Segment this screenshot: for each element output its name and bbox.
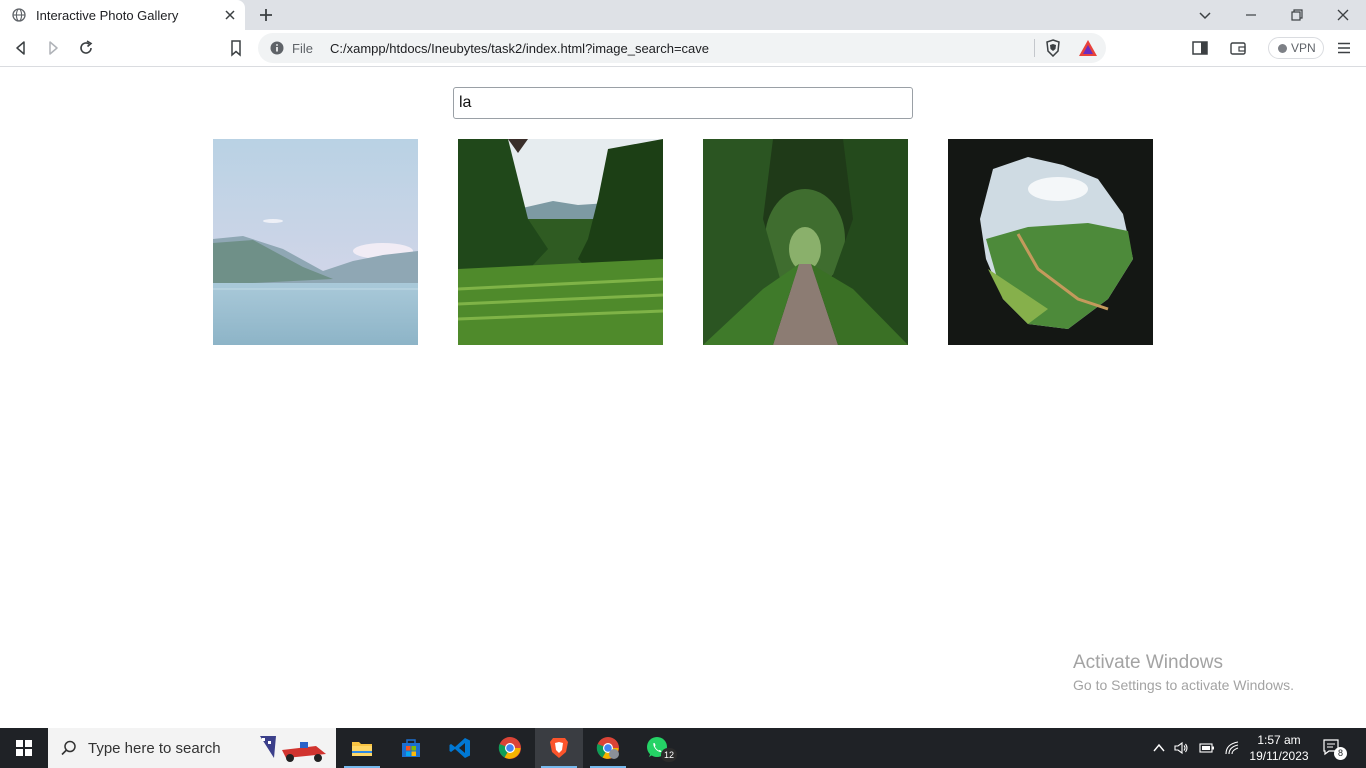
notification-count-badge: 8 bbox=[1334, 747, 1347, 760]
gallery-image-lake-mountains[interactable] bbox=[213, 139, 418, 345]
network-icon[interactable] bbox=[1224, 740, 1240, 756]
close-window-icon[interactable] bbox=[1333, 5, 1353, 25]
sidebar-icon[interactable] bbox=[1191, 39, 1209, 57]
battery-icon[interactable] bbox=[1199, 740, 1215, 756]
gallery-image-cave-view[interactable] bbox=[948, 139, 1153, 345]
tab-title: Interactive Photo Gallery bbox=[36, 8, 179, 23]
file-explorer-icon bbox=[352, 742, 372, 756]
tab-strip: Interactive Photo Gallery bbox=[0, 0, 1366, 30]
chrome-profile-icon bbox=[596, 737, 619, 759]
back-icon[interactable] bbox=[12, 39, 30, 57]
brave-shields-icon[interactable] bbox=[1044, 39, 1062, 57]
whatsapp-unread-badge: 12 bbox=[661, 748, 677, 762]
notification-center-button[interactable]: 8 bbox=[1322, 738, 1347, 760]
windows-start-icon[interactable] bbox=[0, 728, 48, 768]
clock-time: 1:57 am bbox=[1257, 733, 1301, 747]
minimize-icon[interactable] bbox=[1241, 5, 1261, 25]
watermark-subtitle: Go to Settings to activate Windows. bbox=[1073, 677, 1294, 693]
vpn-button[interactable]: VPN bbox=[1268, 37, 1324, 59]
protocol-label: File bbox=[292, 41, 313, 56]
search-icon bbox=[61, 740, 76, 756]
microsoft-store-icon bbox=[402, 739, 420, 757]
omnibox-divider bbox=[1034, 39, 1035, 57]
globe-icon bbox=[12, 8, 26, 22]
close-tab-icon[interactable] bbox=[222, 7, 238, 23]
gallery-image-forest-path[interactable] bbox=[703, 139, 908, 345]
brave-icon bbox=[550, 738, 568, 758]
image-search-input[interactable] bbox=[453, 87, 913, 119]
watermark-title: Activate Windows bbox=[1073, 652, 1223, 673]
tray-overflow-chevron-icon[interactable] bbox=[1151, 740, 1167, 756]
activate-windows-watermark: Activate Windows Go to Settings to activ… bbox=[1073, 652, 1294, 693]
forward-icon[interactable] bbox=[44, 39, 62, 57]
taskbar-whatsapp[interactable]: 12 bbox=[633, 728, 681, 768]
taskbar-microsoft-store[interactable] bbox=[387, 728, 435, 768]
search-highlight-icon bbox=[260, 736, 326, 762]
taskbar-file-explorer[interactable] bbox=[338, 728, 386, 768]
menu-icon[interactable] bbox=[1335, 39, 1353, 57]
tab-search-chevron-icon[interactable] bbox=[1195, 5, 1215, 25]
new-tab-icon[interactable] bbox=[256, 5, 276, 25]
taskbar-chrome[interactable] bbox=[486, 728, 534, 768]
system-clock[interactable]: 1:57 am 19/11/2023 bbox=[1246, 732, 1312, 764]
bookmark-icon[interactable] bbox=[227, 39, 245, 57]
url-text[interactable]: C:/xampp/htdocs/Ineubytes/task2/index.ht… bbox=[330, 41, 709, 56]
taskbar: Type here to search 12 1:57 am 19/11/202… bbox=[0, 728, 1366, 768]
restore-icon[interactable] bbox=[1287, 5, 1307, 25]
reload-icon[interactable] bbox=[77, 39, 95, 57]
taskbar-vscode[interactable] bbox=[436, 728, 484, 768]
taskbar-search-placeholder: Type here to search bbox=[88, 740, 221, 757]
taskbar-search-box[interactable]: Type here to search bbox=[48, 728, 336, 768]
chrome-icon bbox=[498, 737, 521, 759]
taskbar-chrome-profile[interactable] bbox=[584, 728, 632, 768]
tab-interactive-photo-gallery[interactable]: Interactive Photo Gallery bbox=[0, 0, 245, 30]
taskbar-brave[interactable] bbox=[535, 728, 583, 768]
browser-toolbar: File C:/xampp/htdocs/Ineubytes/task2/ind… bbox=[0, 30, 1366, 67]
vscode-icon bbox=[449, 738, 470, 758]
wallet-icon[interactable] bbox=[1229, 39, 1247, 57]
volume-icon[interactable] bbox=[1173, 740, 1189, 756]
clock-date: 19/11/2023 bbox=[1249, 749, 1309, 763]
address-bar[interactable]: File C:/xampp/htdocs/Ineubytes/task2/ind… bbox=[258, 33, 1106, 63]
gallery-image-green-valley[interactable] bbox=[458, 139, 663, 345]
vpn-status-icon bbox=[1278, 44, 1287, 53]
info-icon[interactable] bbox=[270, 41, 284, 55]
vpn-label: VPN bbox=[1291, 41, 1316, 55]
brave-rewards-icon[interactable] bbox=[1078, 39, 1098, 57]
